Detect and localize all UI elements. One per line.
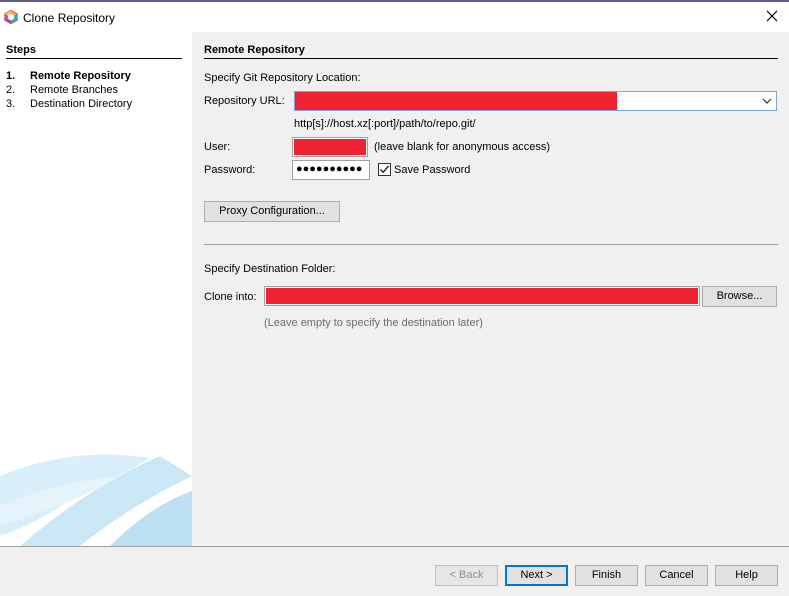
user-field[interactable] (292, 137, 368, 157)
clone-into-label: Clone into: (204, 291, 257, 303)
password-field[interactable]: ●●●●●●●●●● (292, 160, 370, 180)
repository-url-value (295, 92, 617, 110)
step-number: 3. (6, 98, 16, 110)
repository-location-label: Specify Git Repository Location: (204, 72, 361, 84)
checkmark-icon (380, 165, 390, 174)
user-label: User: (204, 141, 231, 153)
step-remote-repository: 1. Remote Repository (6, 70, 131, 82)
window-title: Clone Repository (23, 11, 116, 25)
title-bar: Clone Repository (0, 0, 789, 32)
section-divider (204, 58, 778, 59)
repository-url-label: Repository URL: (204, 95, 285, 107)
repository-url-hint: http[s]://host.xz[:port]/path/to/repo.gi… (294, 118, 476, 130)
destination-folder-label: Specify Destination Folder: (204, 263, 336, 275)
step-label: Remote Repository (30, 70, 131, 82)
app-logo-icon (4, 10, 18, 24)
next-button[interactable]: Next > (505, 565, 568, 586)
user-value (294, 139, 366, 155)
save-password-checkbox[interactable] (378, 163, 391, 176)
decorative-swoosh-image (0, 454, 192, 546)
password-label: Password: (204, 164, 256, 176)
user-hint: (leave blank for anonymous access) (374, 141, 551, 153)
clone-into-hint: (Leave empty to specify the destination … (264, 317, 483, 329)
step-number: 1. (6, 70, 16, 82)
clone-into-value (266, 288, 698, 304)
content-pane: Remote Repository Specify Git Repository… (192, 32, 789, 546)
section-title: Remote Repository (204, 44, 305, 56)
repository-url-combobox[interactable] (294, 91, 777, 111)
step-number: 2. (6, 84, 16, 96)
section-separator (204, 244, 778, 245)
wizard-button-bar: < Back Next > Finish Cancel Help (0, 546, 789, 596)
step-remote-branches: 2. Remote Branches (6, 84, 118, 96)
finish-button[interactable]: Finish (575, 565, 638, 586)
clone-into-field[interactable] (264, 286, 700, 306)
help-button[interactable]: Help (715, 565, 778, 586)
back-button[interactable]: < Back (435, 565, 498, 586)
browse-button[interactable]: Browse... (702, 286, 777, 307)
step-label: Destination Directory (30, 98, 133, 110)
password-value: ●●●●●●●●●● (296, 163, 363, 175)
steps-heading: Steps (6, 44, 36, 56)
cancel-button[interactable]: Cancel (645, 565, 708, 586)
steps-divider (6, 58, 182, 59)
close-icon[interactable] (763, 7, 781, 25)
chevron-down-icon[interactable] (761, 96, 773, 106)
step-label: Remote Branches (30, 84, 119, 96)
proxy-configuration-button[interactable]: Proxy Configuration... (204, 201, 340, 222)
steps-pane: Steps 1. Remote Repository 2. Remote Branc… (0, 32, 192, 546)
save-password-label[interactable]: Save Password (394, 164, 470, 176)
step-destination-directory: 3. Destination Directory (6, 98, 132, 110)
